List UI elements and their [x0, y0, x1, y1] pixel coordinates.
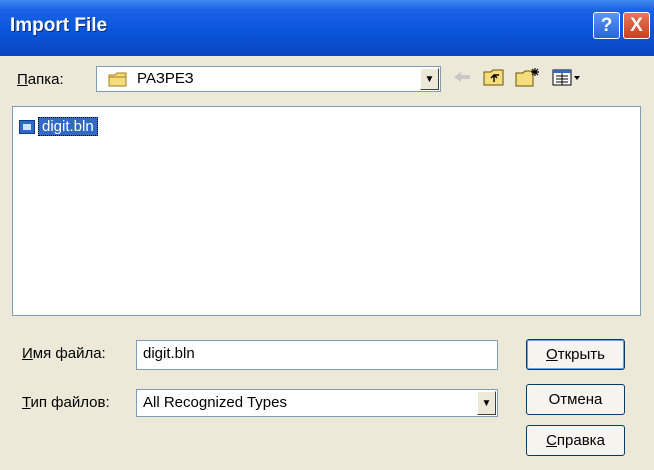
filename-input[interactable]: digit.bln	[136, 340, 498, 370]
help-button[interactable]: Справка	[526, 425, 625, 456]
close-icon: X	[630, 14, 643, 36]
view-menu-button[interactable]	[550, 66, 586, 92]
folder-label: Папка:	[17, 71, 64, 88]
file-list[interactable]: digit.bln	[12, 106, 641, 316]
new-folder-button[interactable]	[513, 66, 543, 92]
filename-label: Имя файла:	[22, 345, 106, 362]
file-name: digit.bln	[38, 117, 98, 136]
list-item[interactable]: digit.bln	[19, 117, 98, 136]
filetype-label: Тип файлов:	[22, 394, 110, 411]
window-title: Import File	[10, 15, 108, 36]
folder-icon	[108, 72, 128, 87]
up-folder-button[interactable]	[480, 66, 508, 92]
view-menu-icon	[552, 68, 584, 90]
cancel-button[interactable]: Отмена	[526, 384, 625, 415]
up-folder-icon	[483, 68, 505, 90]
open-button[interactable]: Открыть	[526, 339, 625, 370]
file-icon	[19, 119, 35, 134]
back-button[interactable]	[449, 66, 475, 92]
help-title-button[interactable]: ?	[593, 12, 620, 39]
chevron-down-icon: ▼	[481, 397, 492, 409]
filetype-dropdown-button[interactable]: ▼	[477, 391, 496, 415]
new-folder-icon	[515, 67, 541, 91]
folder-combobox[interactable]: РАЗРЕЗ ▼	[96, 66, 441, 92]
chevron-down-icon: ▼	[424, 73, 435, 85]
close-button[interactable]: X	[623, 12, 650, 39]
back-arrow-icon	[453, 70, 471, 88]
filetype-value: All Recognized Types	[143, 394, 287, 411]
folder-value: РАЗРЕЗ	[137, 70, 194, 87]
folder-dropdown-button[interactable]: ▼	[420, 68, 439, 90]
filetype-select[interactable]: All Recognized Types ▼	[136, 389, 498, 417]
title-bar[interactable]: Import File ? X	[0, 0, 654, 56]
help-icon: ?	[600, 14, 613, 36]
